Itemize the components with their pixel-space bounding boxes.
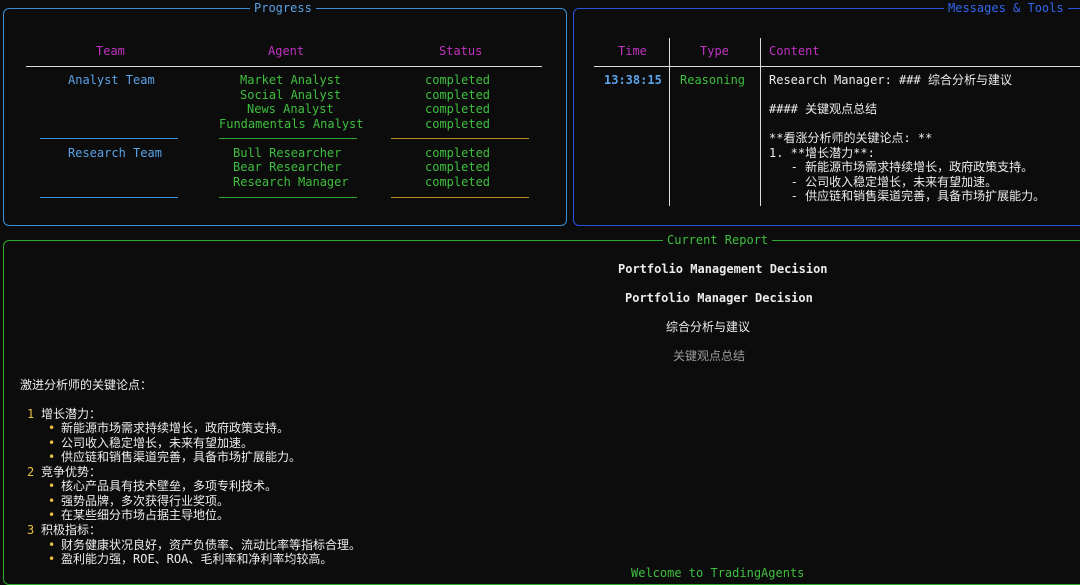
list-number: 1 [27, 407, 35, 421]
status-fundamentals-analyst: completed [425, 117, 491, 131]
group-divider-status-2 [391, 197, 529, 198]
messages-header-rule [594, 66, 1080, 67]
agent-news-analyst: News Analyst [247, 102, 334, 116]
message-time: 13:38:15 [604, 73, 662, 87]
status-bear-researcher: completed [425, 160, 491, 174]
report-heading-1: Portfolio Management Decision [618, 262, 828, 276]
status-news-analyst: completed [425, 102, 491, 116]
group-divider-agent [219, 138, 357, 139]
list-item-title: 竞争优势： [41, 465, 102, 479]
status-market-analyst: completed [425, 73, 491, 87]
welcome-banner: Welcome to TradingAgents [631, 566, 805, 580]
progress-header-status: Status [439, 44, 483, 58]
report-heading-2: Portfolio Manager Decision [625, 291, 813, 305]
messages-title: Messages & Tools [944, 1, 1068, 15]
messages-header-time: Time [618, 44, 647, 58]
bullet-text: 财务健康状况良好，资产负债率、流动比率等指标合理。 [61, 538, 362, 552]
report-title: Current Report [663, 233, 773, 247]
status-social-analyst: completed [425, 88, 491, 102]
bullet-text: 新能源市场需求持续增长，政府政策支持。 [61, 421, 290, 435]
status-research-manager: completed [425, 175, 491, 189]
list-item-title: 积极指标： [41, 523, 102, 537]
agent-bear-researcher: Bear Researcher [233, 160, 342, 174]
group-divider-status [391, 138, 529, 139]
report-heading-4: 关键观点总结 [673, 349, 746, 363]
agent-fundamentals-analyst: Fundamentals Analyst [219, 117, 364, 131]
report-heading-3: 综合分析与建议 [666, 320, 751, 334]
agent-research-manager: Research Manager [233, 175, 349, 189]
agent-bull-researcher: Bull Researcher [233, 146, 342, 160]
group-divider-team-2 [40, 197, 178, 198]
group-divider-team [40, 138, 178, 139]
message-content-line: - 新能源市场需求持续增长，政府政策支持。 [769, 160, 1034, 174]
bullet-text: 供应链和销售渠道完善，具备市场扩展能力。 [61, 450, 302, 464]
messages-col-sep-1 [669, 38, 670, 206]
progress-header-rule [26, 66, 542, 67]
message-type: Reasoning [680, 73, 746, 87]
progress-header-agent: Agent [268, 44, 305, 58]
progress-header-team: Team [96, 44, 125, 58]
message-content-line: Research Manager: ### 综合分析与建议 [769, 73, 1012, 87]
bullet-icon: • [48, 450, 56, 464]
messages-col-sep-2 [760, 38, 761, 206]
messages-header-content: Content [769, 44, 820, 58]
list-number: 2 [27, 465, 35, 479]
messages-header-type: Type [700, 44, 729, 58]
bullet-icon: • [48, 479, 56, 493]
bullet-icon: • [48, 538, 56, 552]
bullet-text: 公司收入稳定增长，未来有望加速。 [61, 436, 254, 450]
bullet-icon: • [48, 552, 56, 566]
report-panel: Current Report [3, 233, 1080, 585]
group-divider-agent-2 [219, 197, 357, 198]
message-content-line: - 公司收入稳定增长，未来有望加速。 [769, 175, 998, 189]
bullet-text: 强势品牌，多次获得行业奖项。 [61, 494, 230, 508]
list-number: 3 [27, 523, 35, 537]
bullet-icon: • [48, 494, 56, 508]
bullet-icon: • [48, 421, 56, 435]
message-content-line: **看涨分析师的关键论点: ** [769, 131, 933, 145]
team-analyst: Analyst Team [68, 73, 155, 87]
agent-social-analyst: Social Analyst [240, 88, 342, 102]
team-research: Research Team [68, 146, 162, 160]
message-content-line: #### 关键观点总结 [769, 102, 878, 116]
agent-market-analyst: Market Analyst [240, 73, 342, 87]
bullet-text: 核心产品具有技术壁垒，多项专利技术。 [61, 479, 278, 493]
progress-title: Progress [250, 1, 316, 15]
bullet-icon: • [48, 508, 56, 522]
bullet-icon: • [48, 436, 56, 450]
message-content-line: 1. **增长潜力**: [769, 146, 875, 160]
bullet-text: 盈利能力强，ROE、ROA、毛利率和净利率均较高。 [61, 552, 333, 566]
report-intro: 激进分析师的关键论点： [20, 378, 153, 392]
bullet-text: 在某些细分市场占据主导地位。 [61, 508, 230, 522]
status-bull-researcher: completed [425, 146, 491, 160]
message-content-line: - 供应链和销售渠道完善，具备市场扩展能力。 [769, 189, 1046, 203]
list-item-title: 增长潜力： [41, 407, 102, 421]
